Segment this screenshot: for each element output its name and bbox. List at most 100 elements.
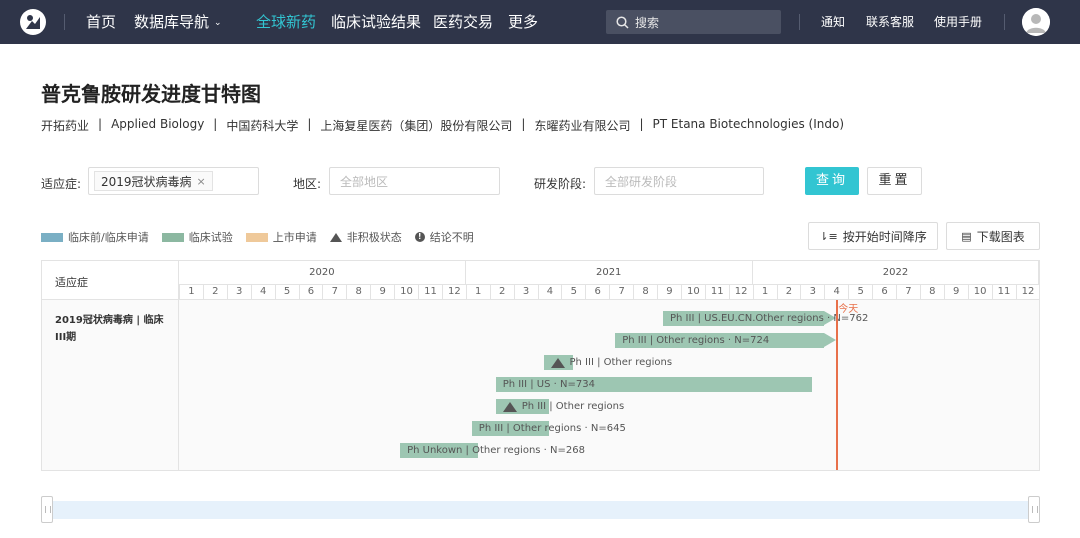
logo-icon [26,15,40,29]
month-label: 11 [704,285,729,299]
month-label: 10 [967,285,992,299]
legend-label: 结论不明 [429,231,474,244]
month-label: 12 [728,285,753,299]
inactive-triangle-icon [502,402,517,412]
month-label: 6 [298,285,323,299]
month-label: 3 [513,285,538,299]
legend-label: 上市申请 [272,231,317,244]
company-item[interactable]: 东曜药业有限公司 [534,117,630,134]
month-label: 10 [394,285,418,299]
legend-item: 非积极状态 [329,229,402,245]
sort-icon: ⇂≡ [819,229,838,243]
company-item[interactable]: Applied Biology [111,117,204,134]
month-label: 8 [346,285,370,299]
avatar[interactable] [1022,8,1050,36]
month-label: 3 [226,285,251,299]
month-label: 3 [800,285,824,299]
gantt-bar-arrow [824,333,837,347]
nav-trial-results[interactable]: 临床试验结果 [331,0,421,44]
brand-logo[interactable] [20,9,46,35]
nav-manual[interactable]: 使用手册 [934,0,982,44]
sort-label: 按开始时间降序 [842,229,927,244]
top-nav: 首页 数据库导航 ⌄ 全球新药 临床试验结果 医药交易 更多 搜索 通知 联系客服… [0,0,1080,44]
region-label: 地区: [293,177,322,191]
indication-label: 适应症: [41,177,82,191]
nav-divider [799,14,800,30]
month-label: 6 [872,285,896,299]
download-label: 下载图表 [976,229,1025,244]
month-label: 11 [418,285,442,299]
indication-tag-label: 2019冠状病毒病 [101,174,192,189]
legend-label: 临床前/临床申请 [68,231,149,244]
nav-home[interactable]: 首页 [86,0,116,44]
month-label: 9 [943,285,968,299]
reset-button[interactable]: 重置 [867,167,922,195]
close-icon[interactable]: × [197,175,206,188]
nav-divider [1004,14,1005,30]
month-label: 6 [585,285,609,299]
company-item[interactable]: 上海复星医药（集团）股份有限公司 [320,117,512,134]
indication-tag: 2019冠状病毒病 × [94,171,213,191]
row-header: 适应症 [42,261,179,300]
nav-notifications[interactable]: 通知 [821,0,845,44]
row-label: 2019冠状病毒病 | 临床III期 [42,300,179,470]
today-marker-line [836,300,839,470]
search-icon [616,15,629,29]
indication-select[interactable]: 2019冠状病毒病 × [88,167,259,195]
month-label: 2 [489,285,514,299]
month-label: 5 [848,285,872,299]
month-label: 7 [896,285,920,299]
nav-global-drugs[interactable]: 全球新药 [256,0,316,44]
year-label: 2021 [466,261,753,284]
separator: | [521,117,526,131]
nav-more[interactable]: 更多 [508,0,538,44]
nav-support[interactable]: 联系客服 [866,0,914,44]
nav-database[interactable]: 数据库导航 ⌄ [134,0,222,44]
region-select[interactable]: 全部地区 [329,167,500,195]
month-label: 9 [370,285,394,299]
user-avatar-icon [1022,8,1050,36]
year-label: 2020 [179,261,466,284]
month-label: 1 [465,285,490,299]
month-label: 9 [657,285,681,299]
company-list: 开拓药业 | Applied Biology | 中国药科大学 | 上海复星医药（集团… [41,117,844,134]
query-button[interactable]: 查询 [805,167,859,195]
nav-divider [64,14,65,30]
separator: | [307,117,312,131]
sort-button[interactable]: ⇂≡ 按开始时间降序 [808,222,938,250]
nav-deals[interactable]: 医药交易 [433,0,493,44]
triangle-icon [329,232,342,242]
month-label: 11 [991,285,1016,299]
legend-swatch [161,232,184,242]
month-label: 5 [274,285,299,299]
month-label: 2 [202,285,227,299]
legend-label: 临床试验 [188,231,233,244]
info-icon: ! [414,232,425,242]
month-label: 1 [179,285,203,299]
year-label: 2022 [753,261,1040,284]
company-item[interactable]: PT Etana Biotechnologies (Indo) [653,117,844,134]
legend-swatch [245,232,268,242]
month-label: 12 [441,285,466,299]
company-item[interactable]: 开拓药业 [41,117,89,134]
legend-swatch [41,232,63,242]
timeline-slider-track[interactable] [46,501,1034,519]
inactive-triangle-icon [550,358,565,368]
region-placeholder: 全部地区 [340,174,389,189]
download-chart-button[interactable]: ▤ 下载图表 [946,222,1040,250]
gantt-bar-label: Ph III | Other regions · N=645 [478,423,626,434]
year-header: 2020 2021 2022 [179,261,1040,285]
legend-item: 临床前/临床申请 [41,229,149,245]
slider-handle-right[interactable] [1028,496,1040,523]
legend-item: 上市申请 [245,229,317,245]
company-item[interactable]: 中国药科大学 [226,117,298,134]
separator: | [639,117,644,131]
search-input[interactable]: 搜索 [606,10,781,34]
month-label: 7 [322,285,346,299]
gantt-chart: 适应症 2020 2021 2022 1 2 3 4 5 6 7 8 9 10 11 12 1 2 3 4 5 6 7 8… [41,260,1040,471]
stage-select[interactable]: 全部研发阶段 [594,167,764,195]
slider-handle-left[interactable] [41,496,53,523]
chevron-down-icon: ⌄ [214,18,222,28]
month-label: 1 [752,285,777,299]
legend-label: 非积极状态 [346,231,402,244]
